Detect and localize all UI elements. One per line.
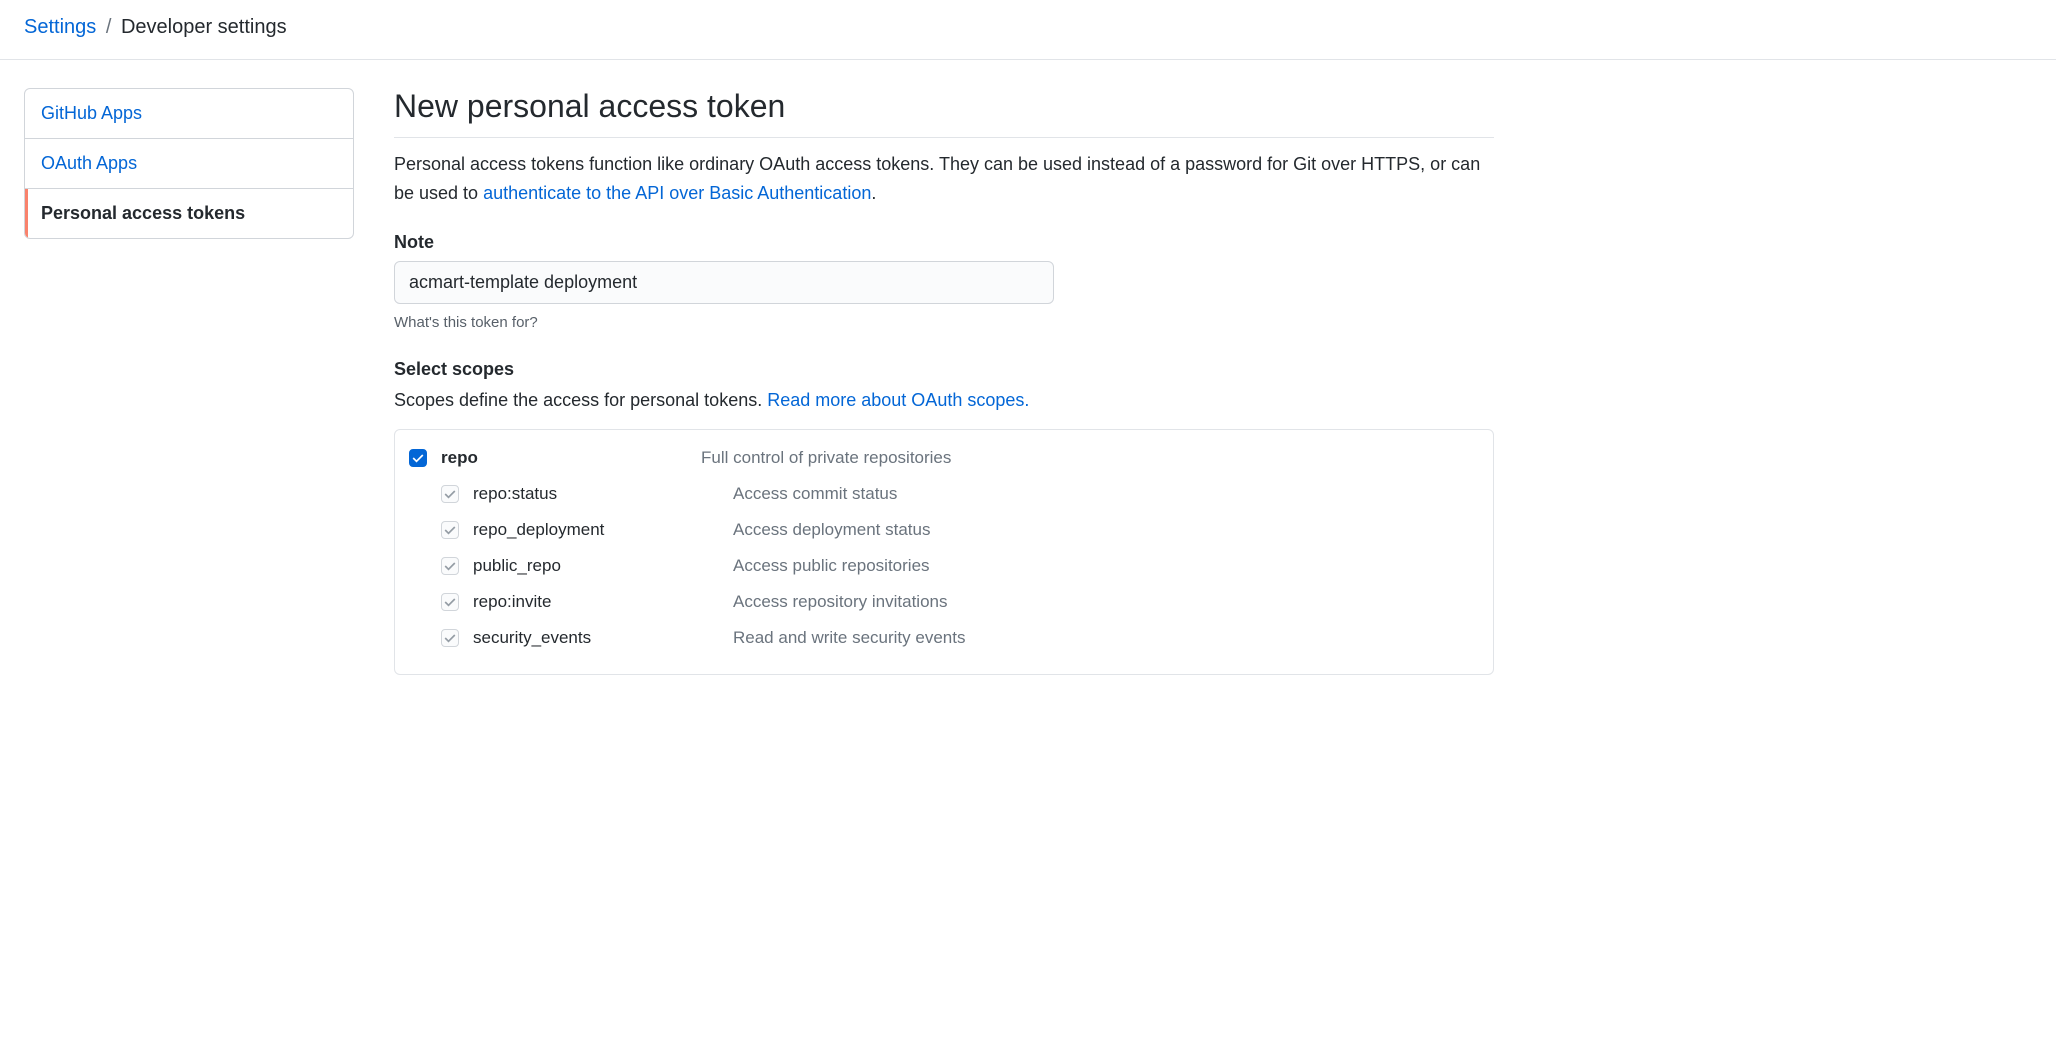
token-description-text-b: . (871, 183, 876, 203)
note-help-text: What's this token for? (394, 314, 1494, 331)
scope-desc-repo: Full control of private repositories (701, 448, 951, 468)
breadcrumb: Settings / Developer settings (0, 0, 2056, 60)
scope-row-security-events: security_events Read and write security … (409, 620, 1479, 656)
scopes-title: Select scopes (394, 359, 1494, 380)
checkbox-security-events[interactable] (441, 629, 459, 647)
scope-row-repo-invite: repo:invite Access repository invitation… (409, 584, 1479, 620)
check-icon (444, 596, 456, 608)
check-icon (444, 524, 456, 536)
checkbox-repo-deployment[interactable] (441, 521, 459, 539)
scope-row-repo-status: repo:status Access commit status (409, 476, 1479, 512)
scope-desc-public-repo: Access public repositories (733, 556, 930, 576)
sidebar-item-personal-access-tokens[interactable]: Personal access tokens (25, 189, 353, 238)
scope-desc-repo-deployment: Access deployment status (733, 520, 930, 540)
checkbox-repo-invite[interactable] (441, 593, 459, 611)
auth-api-link[interactable]: authenticate to the API over Basic Authe… (483, 183, 871, 203)
breadcrumb-current: Developer settings (121, 16, 287, 38)
sidebar-menu: GitHub Apps OAuth Apps Personal access t… (24, 88, 354, 239)
scopes-read-more-link[interactable]: Read more about OAuth scopes. (767, 390, 1029, 410)
sidebar: GitHub Apps OAuth Apps Personal access t… (24, 88, 354, 675)
scopes-desc-text: Scopes define the access for personal to… (394, 390, 767, 410)
check-icon (444, 560, 456, 572)
breadcrumb-parent-link[interactable]: Settings (24, 16, 96, 38)
token-description: Personal access tokens function like ord… (394, 150, 1494, 208)
scope-desc-repo-invite: Access repository invitations (733, 592, 947, 612)
scope-name-repo[interactable]: repo (441, 448, 701, 468)
checkbox-repo-status[interactable] (441, 485, 459, 503)
scope-name-public-repo[interactable]: public_repo (473, 556, 733, 576)
scope-name-security-events[interactable]: security_events (473, 628, 733, 648)
scope-row-repo-deployment: repo_deployment Access deployment status (409, 512, 1479, 548)
check-icon (444, 488, 456, 500)
scope-name-repo-deployment[interactable]: repo_deployment (473, 520, 733, 540)
main-content: New personal access token Personal acces… (394, 88, 1494, 675)
checkbox-repo[interactable] (409, 449, 427, 467)
scope-desc-repo-status: Access commit status (733, 484, 897, 504)
note-input[interactable] (394, 261, 1054, 304)
sidebar-item-oauth-apps[interactable]: OAuth Apps (25, 139, 353, 189)
scope-name-repo-status[interactable]: repo:status (473, 484, 733, 504)
sidebar-item-github-apps[interactable]: GitHub Apps (25, 89, 353, 139)
check-icon (444, 632, 456, 644)
scope-row-public-repo: public_repo Access public repositories (409, 548, 1479, 584)
scopes-box: repo Full control of private repositorie… (394, 429, 1494, 675)
scope-name-repo-invite[interactable]: repo:invite (473, 592, 733, 612)
checkbox-public-repo[interactable] (441, 557, 459, 575)
page-title: New personal access token (394, 88, 1494, 138)
breadcrumb-separator: / (106, 16, 112, 38)
scope-desc-security-events: Read and write security events (733, 628, 965, 648)
scope-row-repo: repo Full control of private repositorie… (409, 448, 1479, 476)
check-icon (412, 452, 424, 464)
scopes-description: Scopes define the access for personal to… (394, 390, 1494, 411)
note-label: Note (394, 232, 1494, 253)
